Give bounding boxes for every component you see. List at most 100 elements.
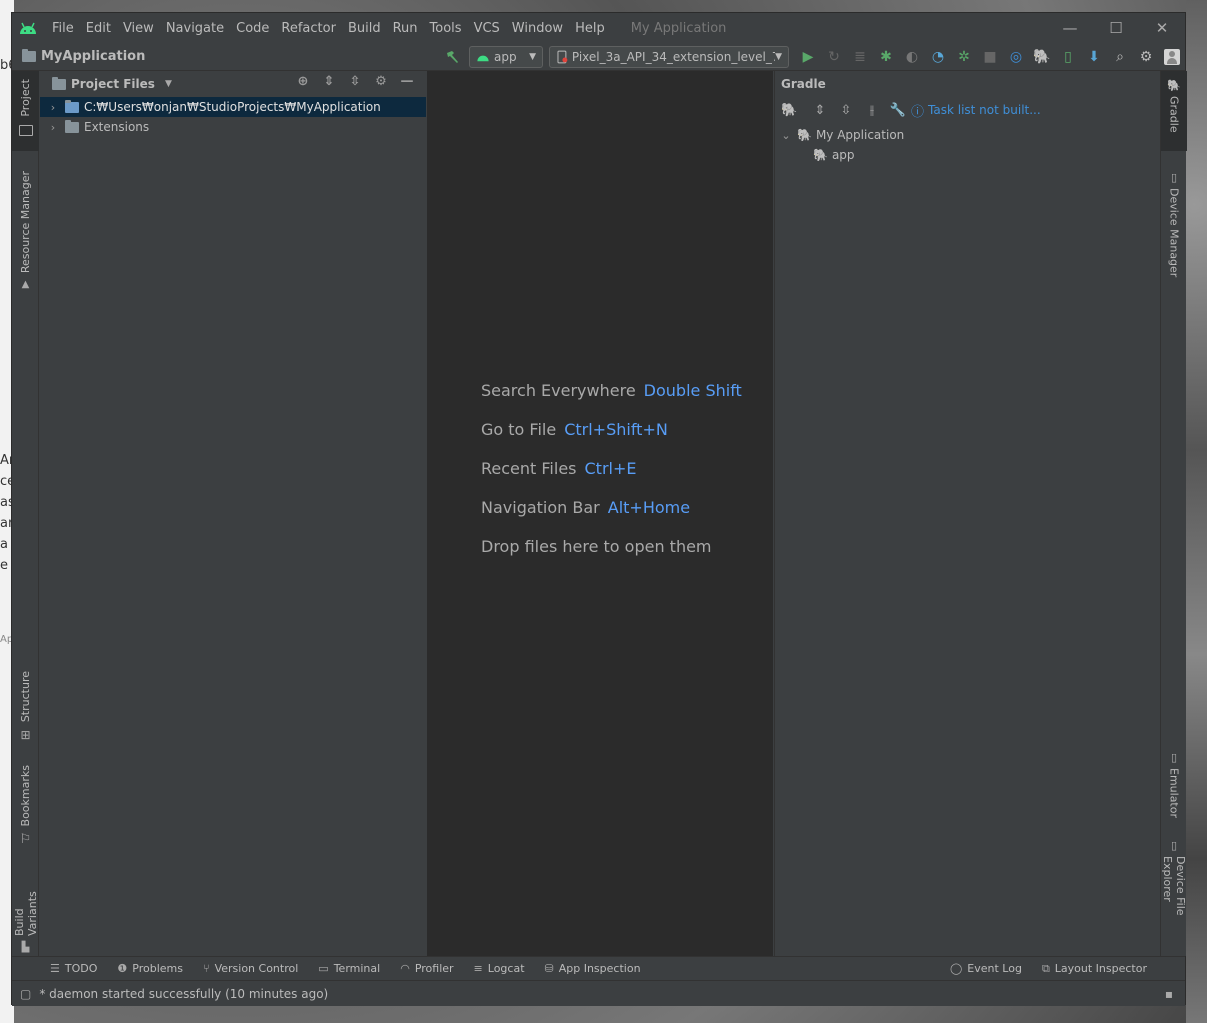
run-config-select[interactable]: app ▼ [469, 46, 543, 68]
toggle-tool-windows-icon[interactable]: ▢ [20, 987, 31, 1001]
project-panel: Project Files ▼ ⊕ ⇕ ⇳ ⚙ — › C:₩Users₩onj… [40, 71, 426, 956]
menu-view[interactable]: View [123, 21, 154, 36]
hammer-build-icon[interactable] [439, 43, 465, 71]
project-panel-header: Project Files ▼ ⊕ ⇕ ⇳ ⚙ — [40, 71, 426, 97]
menu-tools[interactable]: Tools [430, 21, 462, 36]
gradle-sync-icon[interactable]: 🐘 [1029, 43, 1055, 71]
stop-icon[interactable]: ■ [977, 43, 1003, 71]
gradle-sync-icon[interactable]: 🐘 [781, 103, 807, 118]
locate-icon[interactable]: ⊕ [290, 74, 316, 89]
close-button[interactable]: ✕ [1139, 13, 1185, 43]
gradle-tree-root[interactable]: ⌄ 🐘 My Application [775, 125, 1160, 145]
chevron-right-icon[interactable]: › [46, 101, 60, 114]
tab-device-file-explorer[interactable]: ▯ Device File Explorer [1161, 839, 1187, 959]
tool-event-log[interactable]: ◯ Event Log [950, 962, 1022, 975]
wrench-icon[interactable]: 🔧 [885, 103, 911, 118]
tab-gradle[interactable]: 🐘 Gradle [1161, 71, 1187, 151]
expand-all-icon[interactable]: ⇕ [807, 103, 833, 118]
tool-layout-inspector[interactable]: ⧉ Layout Inspector [1042, 962, 1147, 976]
breadcrumb[interactable]: MyApplication [22, 49, 145, 64]
menu-file[interactable]: File [52, 21, 74, 36]
chevron-right-icon[interactable]: › [46, 121, 60, 134]
tool-terminal[interactable]: ▭ Terminal [318, 962, 380, 975]
menu-navigate[interactable]: Navigate [166, 21, 224, 36]
hint-label: Drop files here to open them [481, 537, 712, 556]
terminal-icon: ▭ [318, 962, 329, 975]
tool-todo[interactable]: ☰ TODO [50, 962, 97, 975]
menu-build[interactable]: Build [348, 21, 381, 36]
project-view-select[interactable]: Project Files [71, 77, 155, 91]
tool-version-control[interactable]: ⑂ Version Control [203, 962, 298, 975]
gradle-elephant-icon: 🐘 [1167, 79, 1181, 92]
debug-icon[interactable]: ✱ [873, 43, 899, 71]
menu-edit[interactable]: Edit [86, 21, 111, 36]
status-message[interactable]: * daemon started successfully (10 minute… [39, 987, 328, 1001]
layout-inspector-icon: ⧉ [1041, 961, 1050, 975]
device-manager-icon[interactable]: ▯ [1055, 43, 1081, 71]
ide-window: File Edit View Navigate Code Refactor Bu… [11, 12, 1187, 1006]
gradle-tree-app[interactable]: 🐘 app [775, 145, 1160, 165]
gradle-toolbar: 🐘 ⇕ ⇳ ⫲ 🔧 ⓘ Task list not built... [775, 97, 1160, 123]
tool-profiler-label: Profiler [414, 962, 454, 975]
collapse-all-icon[interactable]: ⇳ [342, 74, 368, 89]
tool-profiler[interactable]: ◠ Profiler [400, 962, 453, 975]
tab-structure[interactable]: Structure ⊞ [12, 665, 39, 745]
user-icon [1164, 49, 1180, 65]
hint-label: Navigation Bar [481, 498, 600, 517]
run-icon[interactable]: ▶ [795, 43, 821, 71]
hide-icon[interactable]: — [394, 74, 420, 89]
tool-problems[interactable]: ❶ Problems [117, 962, 183, 975]
tool-app-inspection[interactable]: ⛁ App Inspection [545, 962, 641, 975]
tab-project[interactable]: Project [12, 71, 39, 151]
apply-changes-icon[interactable]: ↻ [821, 43, 847, 71]
tool-logcat[interactable]: ≡ Logcat [474, 962, 525, 975]
device-manager-icon: ▯ [1170, 171, 1178, 184]
menu-run[interactable]: Run [393, 21, 418, 36]
collapse-all-icon[interactable]: ⇳ [833, 103, 859, 118]
task-list-status-link[interactable]: Task list not built... [928, 103, 1041, 117]
hint-shortcut: Ctrl+E [584, 459, 637, 478]
menu-code[interactable]: Code [236, 21, 269, 36]
menu-window[interactable]: Window [512, 21, 563, 36]
avatar[interactable] [1159, 43, 1185, 71]
gear-icon[interactable]: ⚙ [368, 74, 394, 89]
attach-debugger-icon[interactable]: ✲ [951, 43, 977, 71]
gradle-panel-title: Gradle [781, 77, 826, 91]
menu-help[interactable]: Help [575, 21, 605, 36]
gear-icon[interactable]: ⚙ [1133, 43, 1159, 71]
profiler-icon: ◠ [400, 962, 410, 975]
sdk-manager-icon[interactable]: ⬇ [1081, 43, 1107, 71]
search-icon[interactable]: ⌕ [1107, 43, 1133, 71]
tab-bookmarks[interactable]: Bookmarks ⚐ [12, 759, 39, 849]
menu-bar: File Edit View Navigate Code Refactor Bu… [46, 21, 732, 36]
apply-code-changes-icon[interactable]: ≣ [847, 43, 873, 71]
tree-item-extensions[interactable]: › Extensions [40, 117, 426, 137]
tree-item-project-root[interactable]: › C:₩Users₩onjan₩StudioProjects₩MyApplic… [40, 97, 426, 117]
sync-icon[interactable]: ◎ [1003, 43, 1029, 71]
chevron-down-icon[interactable]: ⌄ [779, 129, 793, 142]
minimize-button[interactable]: — [1047, 13, 1093, 43]
editor-empty-area[interactable]: Search Everywhere Double Shift Go to File… [427, 71, 773, 956]
tab-emulator[interactable]: ▯ Emulator [1161, 751, 1187, 821]
chevron-down-icon: ▼ [529, 52, 536, 62]
menu-refactor[interactable]: Refactor [281, 21, 336, 36]
profile-icon[interactable]: ◔ [925, 43, 951, 71]
bookmark-icon: ⚐ [19, 832, 32, 848]
toggle-offline-icon[interactable]: ⫲ [859, 103, 885, 118]
device-select[interactable]: Pixel_3a_API_34_extension_level_7_x8 ▼ [549, 46, 789, 68]
menu-vcs[interactable]: VCS [474, 21, 500, 36]
hint-shortcut: Double Shift [643, 381, 742, 400]
build-variants-icon: ▙ [21, 942, 30, 953]
notifications-icon[interactable]: ▪ [1165, 987, 1173, 1001]
tab-build-variants[interactable]: Build Variants ▙ [12, 863, 39, 953]
tab-device-manager[interactable]: ▯ Device Manager [1161, 171, 1187, 281]
tab-resource-manager-label: Resource Manager [19, 171, 32, 274]
tool-logcat-label: Logcat [487, 962, 525, 975]
maximize-button[interactable]: ☐ [1093, 13, 1139, 43]
tab-resource-manager[interactable]: Resource Manager ▲ [12, 161, 39, 291]
folder-icon [52, 76, 66, 90]
coverage-icon[interactable]: ◐ [899, 43, 925, 71]
expand-all-icon[interactable]: ⇕ [316, 74, 342, 89]
tree-item-label: C:₩Users₩onjan₩StudioProjects₩MyApplicat… [84, 100, 381, 114]
chevron-down-icon[interactable]: ▼ [165, 79, 172, 89]
